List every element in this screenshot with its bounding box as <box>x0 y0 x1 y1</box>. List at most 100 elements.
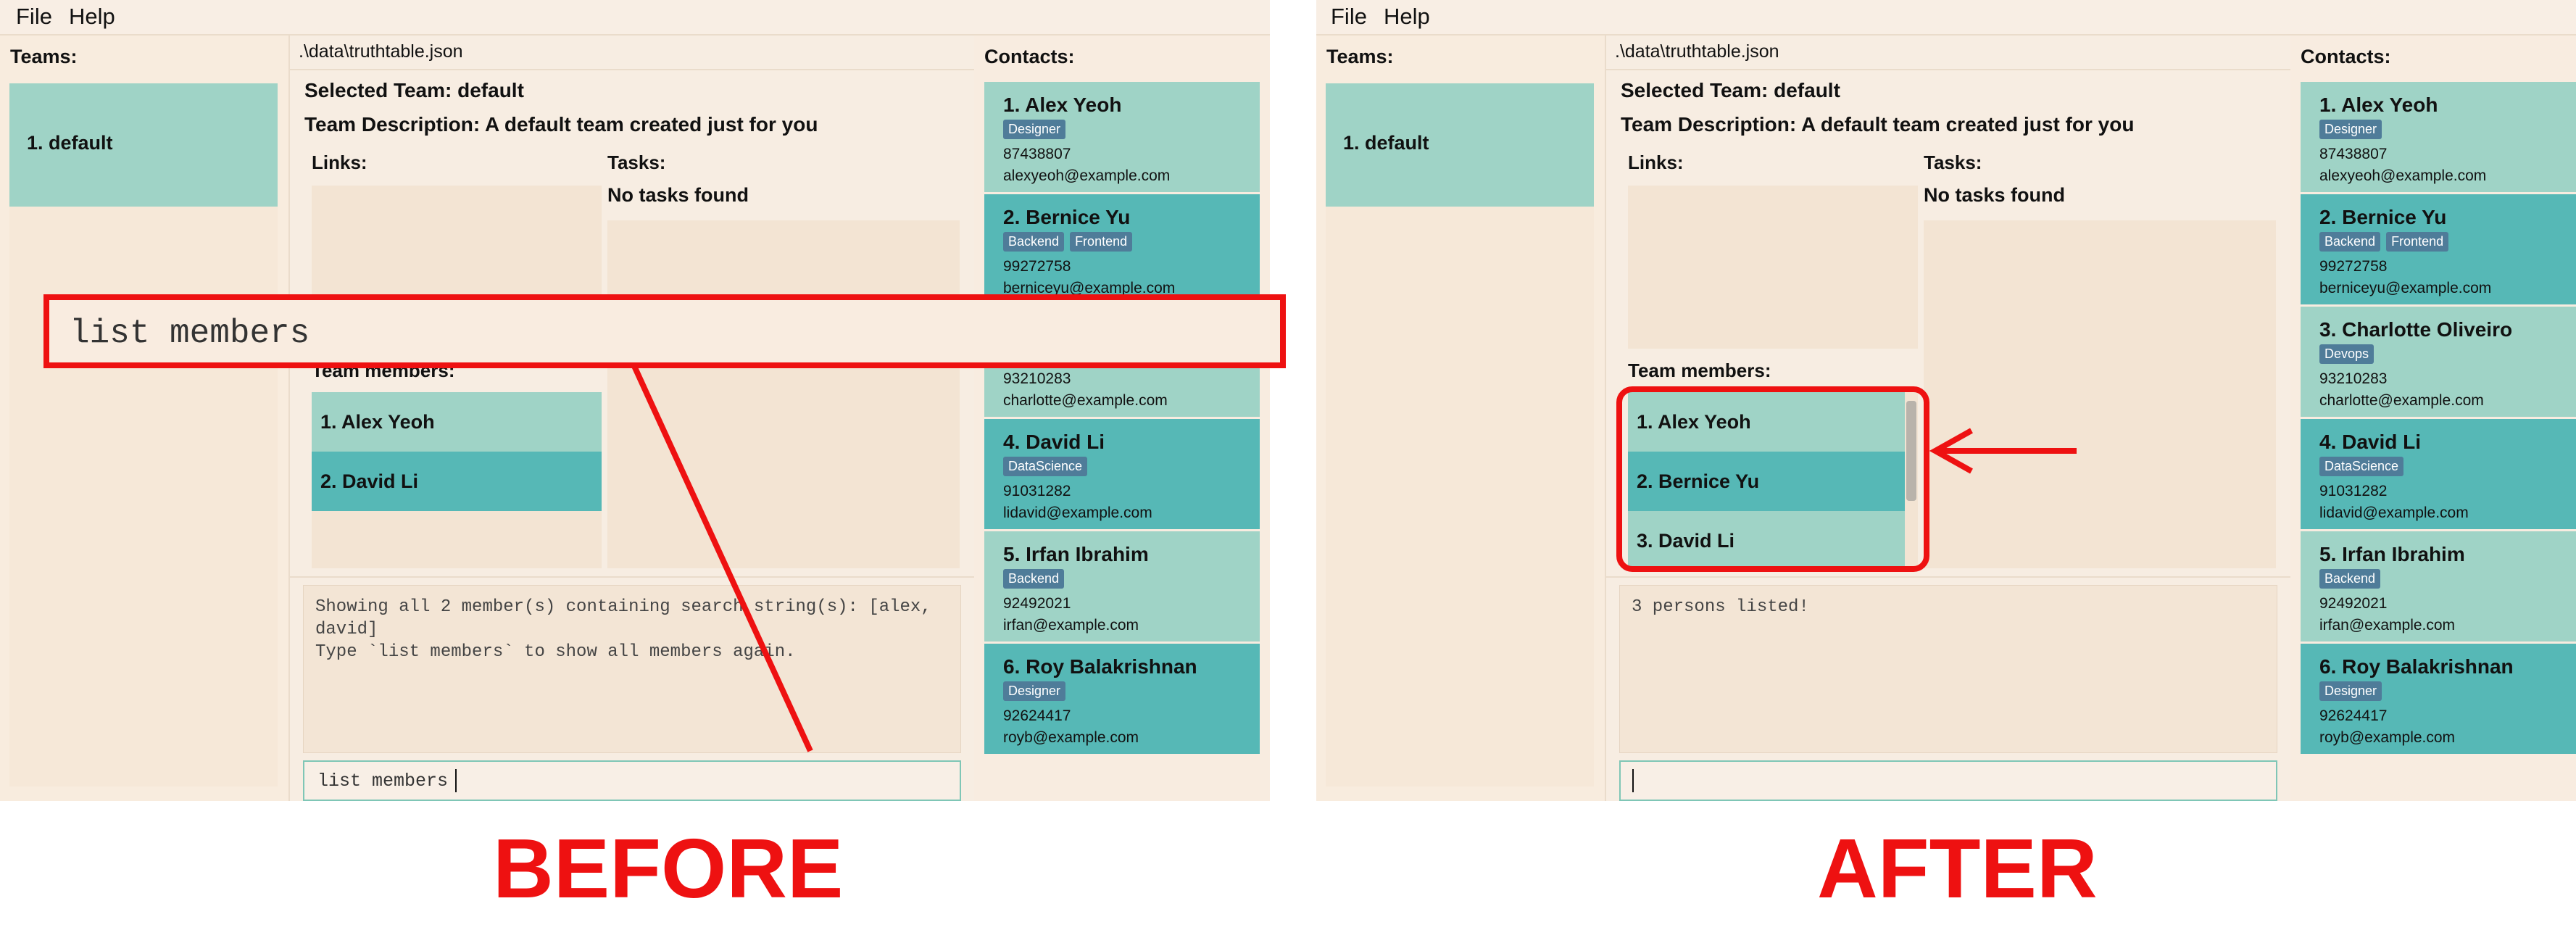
team-card[interactable]: 1. default <box>1326 83 1594 207</box>
contact-tag: Devops <box>1003 344 1058 364</box>
tasks-list <box>607 220 960 568</box>
member-name: 2. David Li <box>320 470 419 492</box>
contacts-title: Contacts: <box>984 46 1075 67</box>
contact-tag: DataScience <box>1003 457 1088 476</box>
contact-tag: Designer <box>1003 120 1066 139</box>
divider <box>290 69 976 70</box>
member-name: 1. Alex Yeoh <box>320 411 435 433</box>
contact-phone: 99272758 <box>2319 258 2388 275</box>
tasks-label: Tasks: <box>1924 151 1982 173</box>
contact-tag: Backend <box>2319 569 2381 589</box>
text-caret <box>455 769 457 792</box>
contact-email: irfan@example.com <box>1003 617 1139 634</box>
teams-title: Teams: <box>10 46 78 67</box>
contact-phone: 93210283 <box>1003 370 1071 387</box>
contact-card[interactable]: 1. Alex Yeoh Designer 87438807 alexyeoh@… <box>984 82 1260 192</box>
contact-tag: Designer <box>2319 681 2382 701</box>
divider <box>1606 69 2292 70</box>
contact-phone: 87438807 <box>2319 146 2388 162</box>
teams-panel: Teams: 1. default <box>1316 36 1605 801</box>
contact-tag: Backend <box>2319 232 2381 252</box>
command-text: list members <box>317 771 449 792</box>
selected-team: Selected Team: default <box>1621 79 1840 101</box>
result-display: Showing all 2 member(s) containing searc… <box>303 585 961 753</box>
menu-help[interactable]: Help <box>1384 4 1430 30</box>
contacts-panel: Contacts: 1. Alex Yeoh Designer 87438807… <box>2290 36 2576 801</box>
menu-file[interactable]: File <box>1331 4 1367 30</box>
contact-name: 2. Bernice Yu <box>2319 206 2447 228</box>
teams-list-area <box>1326 207 1594 786</box>
contact-tag: Frontend <box>1070 232 1133 252</box>
contact-email: alexyeoh@example.com <box>1003 167 1171 184</box>
contact-card[interactable]: 6. Roy Balakrishnan Designer 92624417 ro… <box>984 644 1260 754</box>
menu-file[interactable]: File <box>16 4 52 30</box>
contact-email: charlotte@example.com <box>1003 392 1168 409</box>
contact-name: 4. David Li <box>1003 431 1105 453</box>
menu-bar: File Help <box>1316 0 2576 36</box>
member-row[interactable]: 1. Alex Yeoh <box>312 392 602 452</box>
main-panel: .\data\truthtable.json Selected Team: de… <box>288 36 977 801</box>
tasks-label: Tasks: <box>607 151 666 173</box>
member-row[interactable]: 2. Bernice Yu <box>1628 452 1905 511</box>
contact-phone: 92624417 <box>2319 707 2388 724</box>
contact-phone: 92492021 <box>2319 595 2388 612</box>
contact-card[interactable]: 5. Irfan Ibrahim Backend 92492021 irfan@… <box>2301 531 2576 642</box>
contact-card[interactable]: 4. David Li DataScience 91031282 lidavid… <box>984 419 1260 529</box>
contact-card[interactable]: 3. Charlotte Oliveiro Devops 93210283 ch… <box>984 307 1260 417</box>
team-name: 1. default <box>27 132 113 154</box>
before-screenshot: File Help Teams: 1. default .\data\truth… <box>0 0 1270 801</box>
command-input[interactable] <box>1619 760 2277 801</box>
after-screenshot: File Help Teams: 1. default .\data\truth… <box>1316 0 2576 801</box>
contact-tag: Designer <box>2319 120 2382 139</box>
contact-name: 5. Irfan Ibrahim <box>2319 543 2465 565</box>
contact-email: berniceyu@example.com <box>2319 280 2492 296</box>
teams-title: Teams: <box>1326 46 1394 67</box>
contact-name: 4. David Li <box>2319 431 2422 453</box>
members-scrollbar-thumb[interactable] <box>1906 401 1916 501</box>
text-caret <box>1632 769 1634 792</box>
contact-tag: Frontend <box>2386 232 2449 252</box>
before-label: BEFORE <box>493 821 844 916</box>
contact-tag: Designer <box>1003 681 1066 701</box>
team-members-list: 1. Alex Yeoh 2. Bernice Yu 3. David Li <box>1628 392 1918 568</box>
contact-name: 3. Charlotte Oliveiro <box>1003 318 1197 341</box>
contact-card[interactable]: 5. Irfan Ibrahim Backend 92492021 irfan@… <box>984 531 1260 642</box>
data-file-path: .\data\truthtable.json <box>299 41 463 62</box>
contact-email: lidavid@example.com <box>2319 505 2469 521</box>
member-row[interactable]: 3. David Li <box>1628 511 1905 568</box>
main-panel: .\data\truthtable.json Selected Team: de… <box>1605 36 2293 801</box>
teams-panel: Teams: 1. default <box>0 36 288 801</box>
contact-phone: 91031282 <box>2319 483 2388 499</box>
contact-card[interactable]: 2. Bernice Yu Backend Frontend 99272758 b… <box>2301 194 2576 304</box>
no-tasks-message: No tasks found <box>607 184 749 206</box>
member-row[interactable]: 1. Alex Yeoh <box>1628 392 1905 452</box>
team-description: Team Description: A default team created… <box>304 113 818 136</box>
contact-card[interactable]: 6. Roy Balakrishnan Designer 92624417 ro… <box>2301 644 2576 754</box>
command-input[interactable]: list members <box>303 760 961 801</box>
team-card[interactable]: 1. default <box>9 83 278 207</box>
data-file-path: .\data\truthtable.json <box>1615 41 1779 62</box>
contact-phone: 87438807 <box>1003 146 1071 162</box>
member-name: 3. David Li <box>1637 530 1735 552</box>
divider <box>290 576 976 578</box>
contact-email: berniceyu@example.com <box>1003 280 1176 296</box>
contact-card[interactable]: 1. Alex Yeoh Designer 87438807 alexyeoh@… <box>2301 82 2576 192</box>
contact-card[interactable]: 4. David Li DataScience 91031282 lidavid… <box>2301 419 2576 529</box>
member-row[interactable]: 2. David Li <box>312 452 602 511</box>
links-label: Links: <box>1628 151 1684 173</box>
team-description: Team Description: A default team created… <box>1621 113 2135 136</box>
contact-card[interactable]: 2. Bernice Yu Backend Frontend 99272758 b… <box>984 194 1260 304</box>
after-label: AFTER <box>1817 821 2098 916</box>
contact-phone: 92492021 <box>1003 595 1071 612</box>
contact-name: 5. Irfan Ibrahim <box>1003 543 1149 565</box>
result-message: 3 persons listed! <box>1632 597 1809 617</box>
contact-email: irfan@example.com <box>2319 617 2456 634</box>
no-tasks-message: No tasks found <box>1924 184 2066 206</box>
teams-list-area <box>9 207 278 786</box>
contact-email: alexyeoh@example.com <box>2319 167 2487 184</box>
member-name: 2. Bernice Yu <box>1637 470 1760 492</box>
divider <box>1606 576 2292 578</box>
contact-phone: 91031282 <box>1003 483 1071 499</box>
contact-card[interactable]: 3. Charlotte Oliveiro Devops 93210283 ch… <box>2301 307 2576 417</box>
menu-help[interactable]: Help <box>69 4 115 30</box>
